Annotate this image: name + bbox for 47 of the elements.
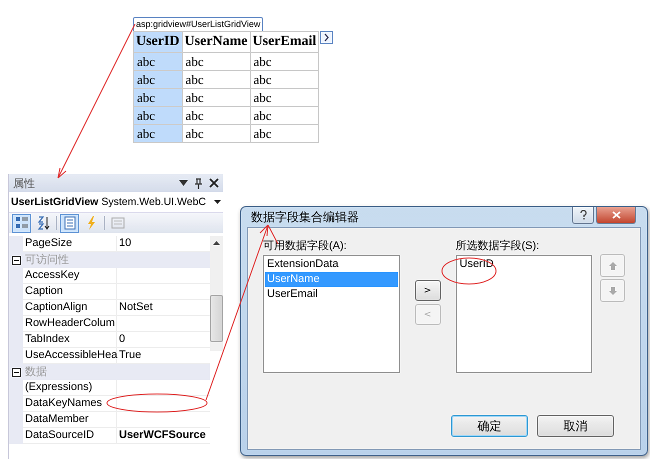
scroll-up-icon[interactable] (213, 241, 220, 245)
ok-button[interactable]: 确定 (451, 415, 528, 437)
column-header[interactable]: UserName (182, 32, 250, 52)
collapse-icon[interactable] (12, 368, 20, 376)
table-cell: abc (134, 52, 182, 70)
column-header[interactable]: UserEmail (250, 32, 319, 52)
categorized-icon[interactable] (12, 214, 31, 232)
list-label: 所选数据字段(S): (456, 238, 540, 253)
cancel-button[interactable]: 取消 (537, 415, 614, 437)
selected-fields-list[interactable]: UserID (456, 255, 592, 373)
dropdown-icon[interactable] (179, 180, 188, 186)
close-icon[interactable] (209, 178, 219, 188)
caret-icon (214, 200, 221, 204)
property-value[interactable]: UserWCFSource (117, 428, 210, 444)
scrollbar[interactable] (210, 236, 223, 351)
column-header[interactable]: UserID (134, 32, 182, 52)
smart-tag-icon[interactable] (320, 31, 334, 44)
table-cell: abc (250, 52, 319, 70)
table-cell: abc (182, 52, 250, 70)
list-item[interactable]: UserID (458, 257, 590, 272)
grid-view[interactable]: UserID UserName UserEmail abc abc abc abc abc abc abc abc abc abc abc abc abc abc abc (133, 31, 320, 143)
table-cell: abc (250, 88, 319, 106)
table-cell: abc (182, 124, 250, 142)
table-cell: abc (182, 106, 250, 124)
control-tag: asp:gridview#UserListGridView (133, 17, 264, 31)
property-name[interactable]: DataSourceID (23, 428, 117, 444)
pin-icon[interactable] (194, 178, 203, 188)
table-cell: abc (250, 124, 319, 142)
list-item[interactable]: ExtensionData (265, 257, 398, 272)
annotation-ellipse (442, 258, 496, 284)
table-cell: abc (134, 124, 182, 142)
dialog-title: 数据字段集合编辑器 (251, 208, 359, 226)
table-cell: abc (250, 106, 319, 124)
add-button[interactable]: > (414, 280, 440, 301)
properties-icon[interactable] (60, 214, 79, 232)
table-cell: abc (134, 106, 182, 124)
table-cell: abc (134, 70, 182, 88)
available-fields-list[interactable]: ExtensionData UserName UserEmail (263, 255, 400, 373)
help-icon[interactable] (572, 207, 594, 224)
collapse-icon[interactable] (12, 256, 20, 264)
panel-title: 属性 (13, 176, 36, 190)
list-item[interactable]: UserEmail (265, 287, 398, 302)
list-label: 可用数据字段(A): (263, 238, 348, 253)
table-cell: abc (182, 70, 250, 88)
table-cell: abc (182, 88, 250, 106)
table-cell: abc (250, 70, 319, 88)
table-cell: abc (134, 88, 182, 106)
